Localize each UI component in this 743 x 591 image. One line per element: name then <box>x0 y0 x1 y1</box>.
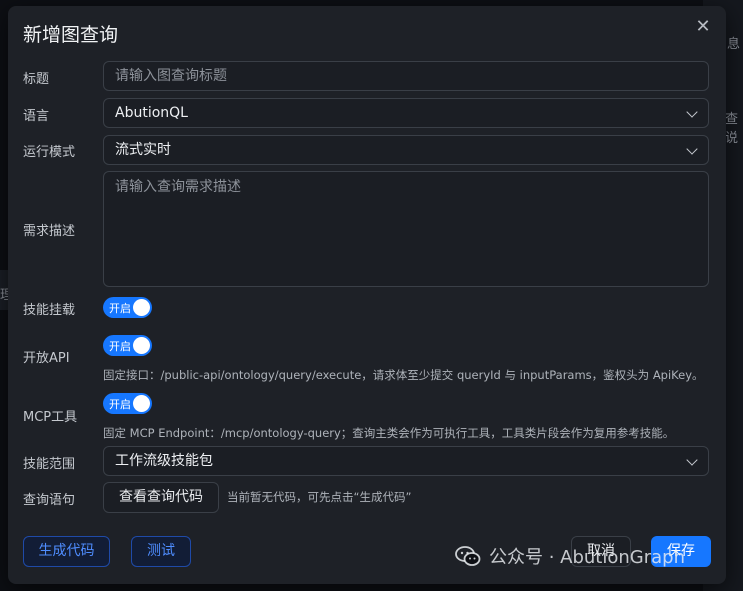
open-api-hint: 固定接口：/public-api/ontology/query/execute，… <box>103 368 704 382</box>
chevron-down-icon <box>686 143 698 155</box>
description-textarea[interactable] <box>103 171 709 287</box>
skill-scope-value: 工作流级技能包 <box>115 453 213 469</box>
mode-value: 流式实时 <box>115 142 171 158</box>
query-label: 查询语句 <box>23 493 76 508</box>
open-api-label: 开放API <box>23 351 70 366</box>
toggle-knob <box>133 337 150 354</box>
description-label: 需求描述 <box>23 224 76 239</box>
view-query-code-button[interactable]: 查看查询代码 <box>103 482 219 513</box>
watermark-text: 公众号 · AbutionGraph <box>489 547 686 568</box>
toggle-text: 开启 <box>109 340 131 353</box>
open-api-toggle[interactable]: 开启 <box>103 335 152 356</box>
chevron-down-icon <box>686 454 698 466</box>
language-select[interactable]: AbutionQL <box>103 98 709 128</box>
language-label: 语言 <box>23 109 50 124</box>
title-label: 标题 <box>23 72 50 87</box>
wechat-icon <box>455 546 481 566</box>
query-hint: 当前暂无代码，可先点击“生成代码” <box>227 490 412 504</box>
skill-mount-label: 技能挂载 <box>23 303 76 318</box>
mcp-tool-label: MCP工具 <box>23 410 78 425</box>
mode-label: 运行模式 <box>23 145 76 160</box>
toggle-knob <box>133 395 150 412</box>
toggle-text: 开启 <box>109 398 131 411</box>
skill-scope-select[interactable]: 工作流级技能包 <box>103 446 709 476</box>
skill-mount-toggle[interactable]: 开启 <box>103 297 152 318</box>
mode-select[interactable]: 流式实时 <box>103 135 709 165</box>
generate-code-button[interactable]: 生成代码 <box>23 536 110 567</box>
chevron-down-icon <box>686 106 698 118</box>
new-graph-query-dialog: 新增图查询 ✕ 标题 请输入图查询标题 语言 AbutionQL 运行模式 流式… <box>8 6 726 584</box>
mcp-tool-toggle[interactable]: 开启 <box>103 393 152 414</box>
skill-scope-label: 技能范围 <box>23 457 76 472</box>
dialog-title: 新增图查询 <box>23 24 119 46</box>
toggle-text: 开启 <box>109 302 131 315</box>
background-text: 息 <box>727 37 741 52</box>
mcp-tool-hint: 固定 MCP Endpoint：/mcp/ontology-query；查询主类… <box>103 426 675 440</box>
close-icon[interactable]: ✕ <box>694 18 712 36</box>
test-button[interactable]: 测试 <box>131 536 191 567</box>
toggle-knob <box>133 299 150 316</box>
watermark: 公众号 · AbutionGraph <box>455 543 685 569</box>
background-text: 查说 <box>725 112 739 146</box>
title-input[interactable]: 请输入图查询标题 <box>103 61 709 91</box>
language-value: AbutionQL <box>115 105 188 121</box>
